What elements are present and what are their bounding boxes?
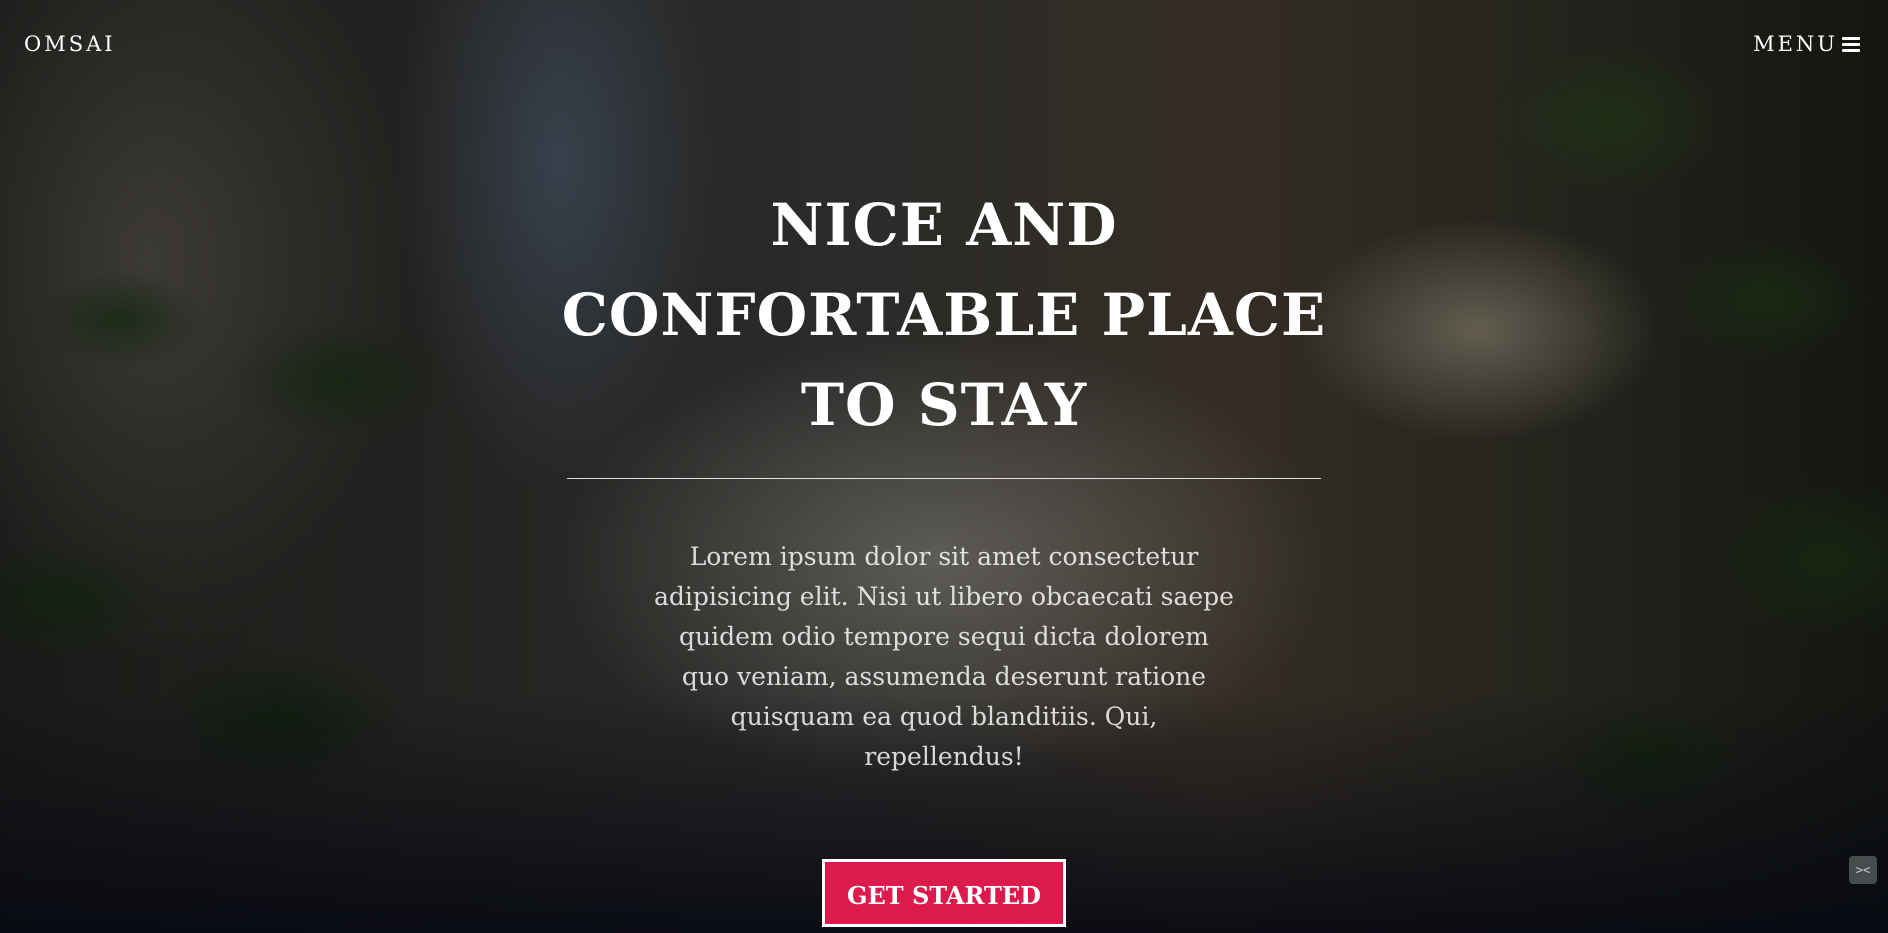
hero-description: Lorem ipsum dolor sit amet consectetur a… (654, 542, 1234, 771)
hero-section: OMSAI MENU NICE AND CONFORTABLE PLACE TO… (0, 0, 1888, 933)
hero-title: NICE AND CONFORTABLE PLACE TO STAY (561, 191, 1327, 439)
hamburger-icon (1842, 36, 1860, 52)
menu-button[interactable]: MENU (1753, 32, 1860, 56)
brand-logo[interactable]: OMSAI (24, 32, 116, 56)
title-divider (567, 478, 1321, 479)
menu-label: MENU (1753, 32, 1838, 56)
code-icon[interactable]: >< (1849, 856, 1877, 884)
hero-content: NICE AND CONFORTABLE PLACE TO STAY Lorem… (0, 180, 1888, 927)
get-started-button[interactable]: GET STARTED (822, 859, 1066, 927)
